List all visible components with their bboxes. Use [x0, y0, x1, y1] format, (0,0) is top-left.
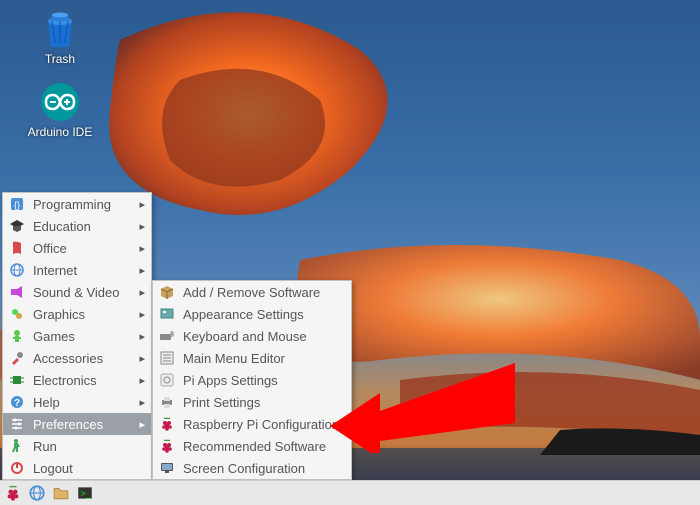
submenu-arrow-icon: ▸ — [139, 374, 145, 387]
submenu-item-raspberry-pi-configuration[interactable]: Raspberry Pi Configuration — [153, 413, 351, 435]
package-icon — [159, 284, 175, 300]
menu-item-run[interactable]: Run — [3, 435, 151, 457]
desktop-icon-arduino[interactable]: Arduino IDE — [20, 81, 100, 139]
desktop-icon-label: Arduino IDE — [28, 125, 93, 139]
submenu-item-label: Recommended Software — [175, 439, 345, 454]
application-menu: {} Programming ▸ Education ▸ Office ▸ In… — [2, 192, 152, 480]
submenu-item-label: Screen Configuration — [175, 461, 345, 476]
submenu-item-screen-configuration[interactable]: Screen Configuration — [153, 457, 351, 479]
menu-item-electronics[interactable]: Electronics ▸ — [3, 369, 151, 391]
submenu-arrow-icon: ▸ — [139, 286, 145, 299]
web-browser-icon[interactable] — [28, 484, 46, 502]
menu-item-label: Logout — [25, 461, 145, 476]
internet-icon — [9, 262, 25, 278]
menu-editor-icon — [159, 350, 175, 366]
preferences-submenu: Add / Remove Software Appearance Setting… — [152, 280, 352, 480]
education-icon — [9, 218, 25, 234]
svg-text:{}: {} — [14, 200, 20, 210]
menu-item-help[interactable]: ? Help ▸ — [3, 391, 151, 413]
submenu-item-pi-apps-settings[interactable]: Pi Apps Settings — [153, 369, 351, 391]
menu-item-label: Help — [25, 395, 139, 410]
file-manager-icon[interactable] — [52, 484, 70, 502]
submenu-item-appearance-settings[interactable]: Appearance Settings — [153, 303, 351, 325]
screen-icon — [159, 460, 175, 476]
menu-item-graphics[interactable]: Graphics ▸ — [3, 303, 151, 325]
svg-text:?: ? — [14, 398, 20, 409]
submenu-item-label: Raspberry Pi Configuration — [175, 417, 345, 432]
raspberry-icon — [159, 438, 175, 454]
menu-item-label: Electronics — [25, 373, 139, 388]
menu-item-label: Education — [25, 219, 139, 234]
keyboard-mouse-icon — [159, 328, 175, 344]
menu-item-programming[interactable]: {} Programming ▸ — [3, 193, 151, 215]
menu-item-internet[interactable]: Internet ▸ — [3, 259, 151, 281]
menu-item-games[interactable]: Games ▸ — [3, 325, 151, 347]
svg-text:>_: >_ — [81, 488, 92, 498]
submenu-arrow-icon: ▸ — [139, 396, 145, 409]
pi-apps-icon — [159, 372, 175, 388]
preferences-icon — [9, 416, 25, 432]
arduino-icon — [39, 81, 81, 123]
submenu-item-label: Pi Apps Settings — [175, 373, 345, 388]
trash-icon — [39, 8, 81, 50]
print-icon — [159, 394, 175, 410]
games-icon — [9, 328, 25, 344]
submenu-arrow-icon: ▸ — [139, 330, 145, 343]
terminal-icon[interactable]: >_ — [76, 484, 94, 502]
taskbar: >_ — [0, 480, 700, 505]
submenu-item-keyboard-mouse[interactable]: Keyboard and Mouse — [153, 325, 351, 347]
menu-item-label: Accessories — [25, 351, 139, 366]
sound-video-icon — [9, 284, 25, 300]
submenu-item-label: Keyboard and Mouse — [175, 329, 345, 344]
raspberry-icon — [159, 416, 175, 432]
desktop-icon-trash[interactable]: Trash — [20, 8, 100, 66]
menu-item-label: Internet — [25, 263, 139, 278]
programming-icon: {} — [9, 196, 25, 212]
desktop-icons-area: Trash Arduino IDE — [20, 8, 100, 139]
menu-item-label: Preferences — [25, 417, 139, 432]
submenu-item-label: Main Menu Editor — [175, 351, 345, 366]
menu-item-accessories[interactable]: Accessories ▸ — [3, 347, 151, 369]
menu-item-label: Programming — [25, 197, 139, 212]
menu-item-label: Sound & Video — [25, 285, 139, 300]
submenu-arrow-icon: ▸ — [139, 198, 145, 211]
menu-item-label: Run — [25, 439, 145, 454]
menu-item-label: Office — [25, 241, 139, 256]
submenu-arrow-icon: ▸ — [139, 352, 145, 365]
menu-item-logout[interactable]: Logout — [3, 457, 151, 479]
graphics-icon — [9, 306, 25, 322]
menu-item-office[interactable]: Office ▸ — [3, 237, 151, 259]
accessories-icon — [9, 350, 25, 366]
menu-item-education[interactable]: Education ▸ — [3, 215, 151, 237]
submenu-arrow-icon: ▸ — [139, 220, 145, 233]
submenu-item-main-menu-editor[interactable]: Main Menu Editor — [153, 347, 351, 369]
submenu-arrow-icon: ▸ — [139, 418, 145, 431]
menu-item-label: Graphics — [25, 307, 139, 322]
desktop-icon-label: Trash — [45, 52, 75, 66]
logout-icon — [9, 460, 25, 476]
submenu-item-label: Print Settings — [175, 395, 345, 410]
help-icon: ? — [9, 394, 25, 410]
menu-item-preferences[interactable]: Preferences ▸ — [3, 413, 151, 435]
run-icon — [9, 438, 25, 454]
electronics-icon — [9, 372, 25, 388]
submenu-arrow-icon: ▸ — [139, 308, 145, 321]
office-icon — [9, 240, 25, 256]
submenu-item-add-remove-software[interactable]: Add / Remove Software — [153, 281, 351, 303]
menu-item-label: Games — [25, 329, 139, 344]
menu-item-sound-video[interactable]: Sound & Video ▸ — [3, 281, 151, 303]
appearance-icon — [159, 306, 175, 322]
submenu-item-recommended-software[interactable]: Recommended Software — [153, 435, 351, 457]
submenu-arrow-icon: ▸ — [139, 264, 145, 277]
start-menu-icon[interactable] — [4, 484, 22, 502]
submenu-item-label: Appearance Settings — [175, 307, 345, 322]
submenu-item-label: Add / Remove Software — [175, 285, 345, 300]
submenu-item-print-settings[interactable]: Print Settings — [153, 391, 351, 413]
submenu-arrow-icon: ▸ — [139, 242, 145, 255]
